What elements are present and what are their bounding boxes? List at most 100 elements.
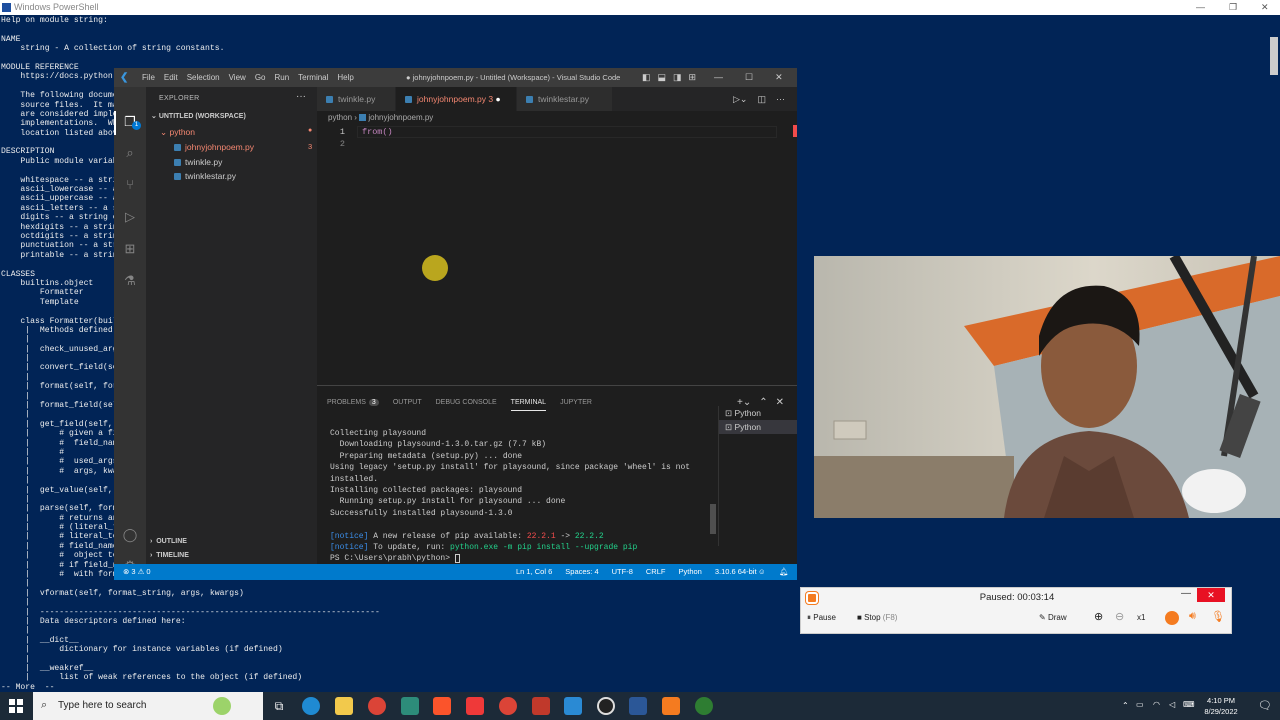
- source-control-icon[interactable]: ⑂: [122, 177, 138, 193]
- current-line-highlight: [357, 126, 777, 138]
- obs-icon[interactable]: [597, 697, 615, 715]
- webcam-toggle-icon[interactable]: [1165, 611, 1179, 625]
- tab-problems[interactable]: PROBLEMS 3: [327, 399, 379, 411]
- file-explorer-icon[interactable]: [335, 697, 353, 715]
- status-item[interactable]: CRLF: [646, 564, 666, 580]
- maximize-button[interactable]: ☐: [745, 68, 753, 87]
- tab-output[interactable]: OUTPUT: [393, 399, 422, 411]
- show-hidden-icons[interactable]: ⌃: [1122, 701, 1129, 710]
- file-item[interactable]: twinkle.py: [174, 157, 222, 167]
- start-windows-icon[interactable]: [9, 699, 23, 713]
- breadcrumb-file[interactable]: johnyjohnpoem.py: [368, 113, 433, 122]
- file-item[interactable]: twinklestar.py: [174, 171, 236, 181]
- menu-run[interactable]: Run: [274, 68, 289, 87]
- status-item[interactable]: Spaces: 4: [565, 564, 598, 580]
- scroll-thumb[interactable]: [1270, 37, 1278, 75]
- wifi-icon[interactable]: ◠: [1153, 700, 1160, 709]
- toggle-sidebar-icon[interactable]: ◧: [642, 68, 651, 87]
- notification-center-icon[interactable]: 🗨︎: [1258, 699, 1272, 712]
- stop-button[interactable]: ■ Stop (F8): [857, 613, 897, 622]
- pause-button[interactable]: ⏸︎ Pause: [807, 613, 836, 623]
- run-python-icon[interactable]: ▷⌄: [733, 87, 747, 111]
- menu-file[interactable]: File: [142, 68, 155, 87]
- code-editor[interactable]: 1 2 from(): [317, 125, 797, 385]
- microphone-icon[interactable]: 🎙︎: [1211, 610, 1225, 623]
- menu-help[interactable]: Help: [337, 68, 353, 87]
- breadcrumb: python › johnyjohnpoem.py: [317, 111, 797, 125]
- close-button[interactable]: ✕: [775, 68, 783, 87]
- status-item[interactable]: 3.10.6 64-bit: [715, 564, 757, 580]
- chrome-profile-icon[interactable]: [499, 697, 517, 715]
- menu-go[interactable]: Go: [255, 68, 266, 87]
- close-button[interactable]: ✕: [1261, 0, 1269, 15]
- powershell-taskbar-icon[interactable]: [629, 697, 647, 715]
- task-view-icon[interactable]: ⧉: [270, 697, 288, 715]
- minimize-button[interactable]: —: [714, 68, 723, 87]
- recorder-taskbar-icon[interactable]: [662, 697, 680, 715]
- terminal-item[interactable]: ⊡ Python: [719, 420, 797, 434]
- more-actions-icon[interactable]: ···: [296, 91, 306, 102]
- language-icon[interactable]: ⌨: [1183, 700, 1195, 709]
- tab-twinklestar[interactable]: twinklestar.py: [517, 87, 612, 111]
- folder-python[interactable]: ⌄ python: [160, 127, 195, 138]
- more-actions-icon[interactable]: ···: [776, 87, 785, 111]
- zoom-in-icon[interactable]: ⊕: [1094, 610, 1103, 623]
- menu-terminal[interactable]: Terminal: [298, 68, 328, 87]
- accounts-icon[interactable]: ◯: [122, 527, 138, 543]
- tab-twinkle[interactable]: twinkle.py: [317, 87, 395, 111]
- edge-icon[interactable]: [302, 697, 320, 715]
- customize-layout-icon[interactable]: ⊞: [689, 68, 697, 87]
- chrome-icon[interactable]: [368, 697, 386, 715]
- app-icon[interactable]: [401, 697, 419, 715]
- tab-johnyjohnpoem[interactable]: johnyjohnpoem.py 3 ●: [396, 87, 516, 111]
- speaker-icon[interactable]: 🔊︎: [1189, 610, 1196, 623]
- terminal-output[interactable]: Collecting playsound Downloading playsou…: [330, 428, 715, 565]
- menu-selection[interactable]: Selection: [187, 68, 220, 87]
- extensions-icon[interactable]: ⊞: [122, 241, 138, 257]
- draw-button[interactable]: ✎ Draw: [1039, 613, 1067, 622]
- status-item[interactable]: Ln 1, Col 6: [516, 564, 552, 580]
- code-line[interactable]: from(): [362, 127, 393, 137]
- outline-section[interactable]: › OUTLINE: [150, 538, 187, 545]
- brave-icon[interactable]: [433, 697, 451, 715]
- breadcrumb-folder[interactable]: python: [328, 113, 352, 122]
- split-editor-icon[interactable]: ◫: [757, 87, 766, 111]
- tab-jupyter[interactable]: JUPYTER: [560, 399, 592, 411]
- toggle-secondary-sidebar-icon[interactable]: ◨: [673, 68, 682, 87]
- menu-view[interactable]: View: [229, 68, 246, 87]
- status-item[interactable]: UTF-8: [612, 564, 633, 580]
- vscode-taskbar-icon[interactable]: [564, 697, 582, 715]
- feedback-icon[interactable]: ☺: [758, 564, 766, 580]
- terminal-scrollbar[interactable]: [710, 504, 716, 534]
- file-item[interactable]: johnyjohnpoem.py: [174, 142, 254, 152]
- menu-edit[interactable]: Edit: [164, 68, 178, 87]
- notifications-bell-icon[interactable]: 🔔︎: [779, 564, 789, 580]
- unsaved-dot-icon[interactable]: ●: [495, 94, 500, 104]
- volume-icon[interactable]: ◁: [1169, 700, 1175, 709]
- maximize-button[interactable]: ❐: [1229, 0, 1237, 15]
- vivaldi-icon[interactable]: [466, 697, 484, 715]
- stop-icon: ■: [857, 613, 862, 622]
- tab-debug-console[interactable]: DEBUG CONSOLE: [436, 399, 497, 411]
- tab-terminal[interactable]: TERMINAL: [510, 399, 547, 411]
- minimize-button[interactable]: —: [1196, 0, 1205, 15]
- network-icon[interactable]: ▭: [1136, 700, 1144, 709]
- zoom-out-icon[interactable]: ⊖: [1115, 610, 1124, 623]
- search-icon[interactable]: ⌕: [122, 145, 138, 161]
- new-version: 22.2.2: [574, 531, 604, 541]
- close-button[interactable]: ✕: [1197, 588, 1225, 602]
- workspace-header[interactable]: ⌄ UNTITLED (WORKSPACE): [151, 112, 246, 120]
- app-taskbar-icon[interactable]: [695, 697, 713, 715]
- taskbar-search[interactable]: ⌕ Type here to search: [33, 692, 263, 720]
- toggle-panel-icon[interactable]: ⬓: [658, 68, 667, 87]
- system-clock[interactable]: 4:10 PM 8/29/2022: [1196, 695, 1246, 717]
- testing-icon[interactable]: ⚗: [122, 273, 138, 289]
- terminal-item[interactable]: ⊡ Python: [719, 406, 797, 420]
- window-title: ● johnyjohnpoem.py - Untitled (Workspace…: [406, 73, 621, 82]
- timeline-section[interactable]: › TIMELINE: [150, 552, 189, 559]
- run-debug-icon[interactable]: ▷: [122, 209, 138, 225]
- minimize-button[interactable]: —: [1181, 588, 1191, 599]
- problems-status[interactable]: ⊗ 3 ⚠ 0: [123, 564, 151, 580]
- app-grid-icon[interactable]: [532, 697, 550, 715]
- status-item[interactable]: Python: [678, 564, 701, 580]
